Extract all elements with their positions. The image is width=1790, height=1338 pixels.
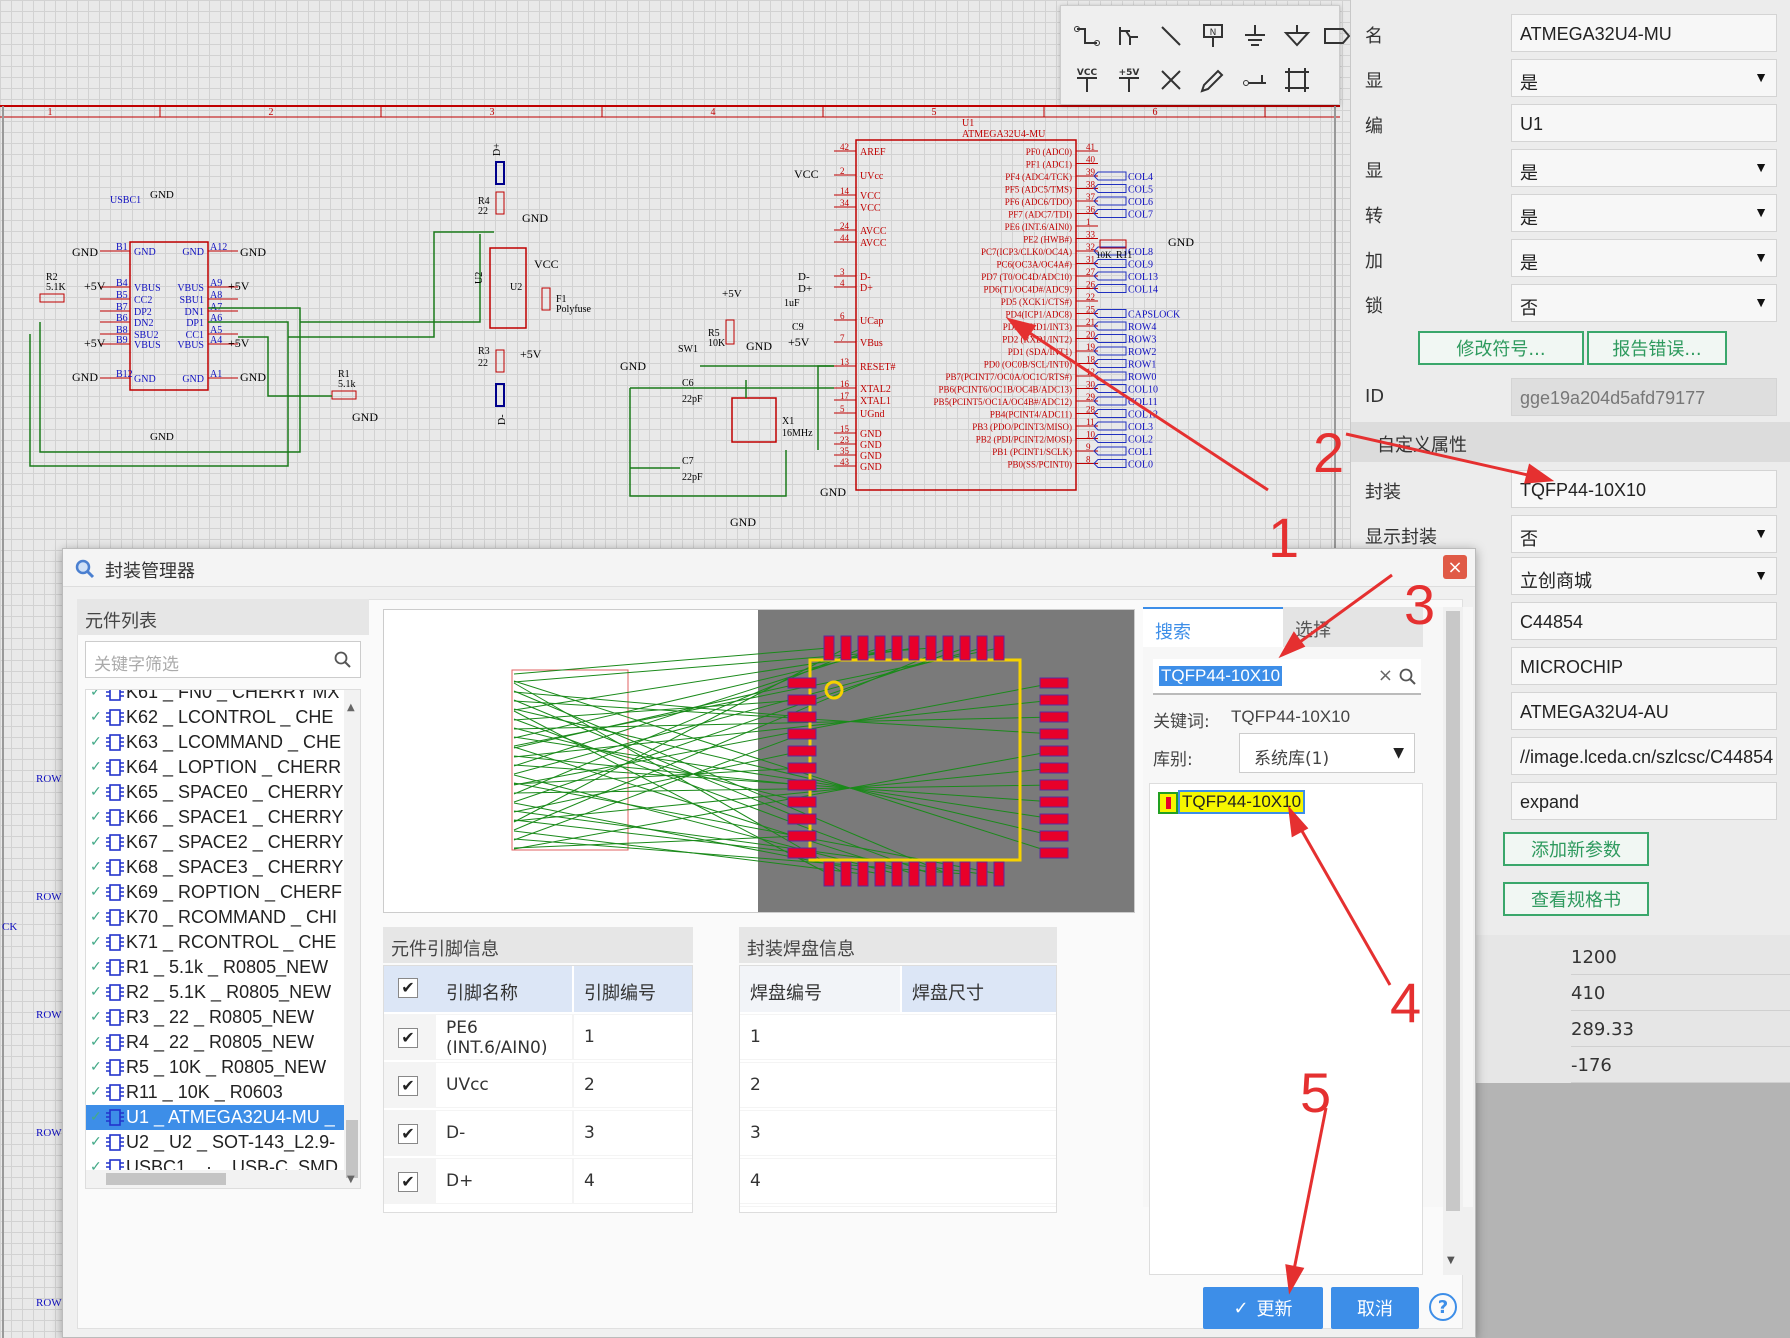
annotation-4: 4 [1390,971,1422,1034]
annotation-3: 3 [1404,573,1436,636]
annotation-1: 1 [1268,506,1300,569]
annotation-arrows [1006,317,1555,1295]
annotation-2: 2 [1313,421,1345,484]
annotation-5: 5 [1300,1061,1332,1124]
